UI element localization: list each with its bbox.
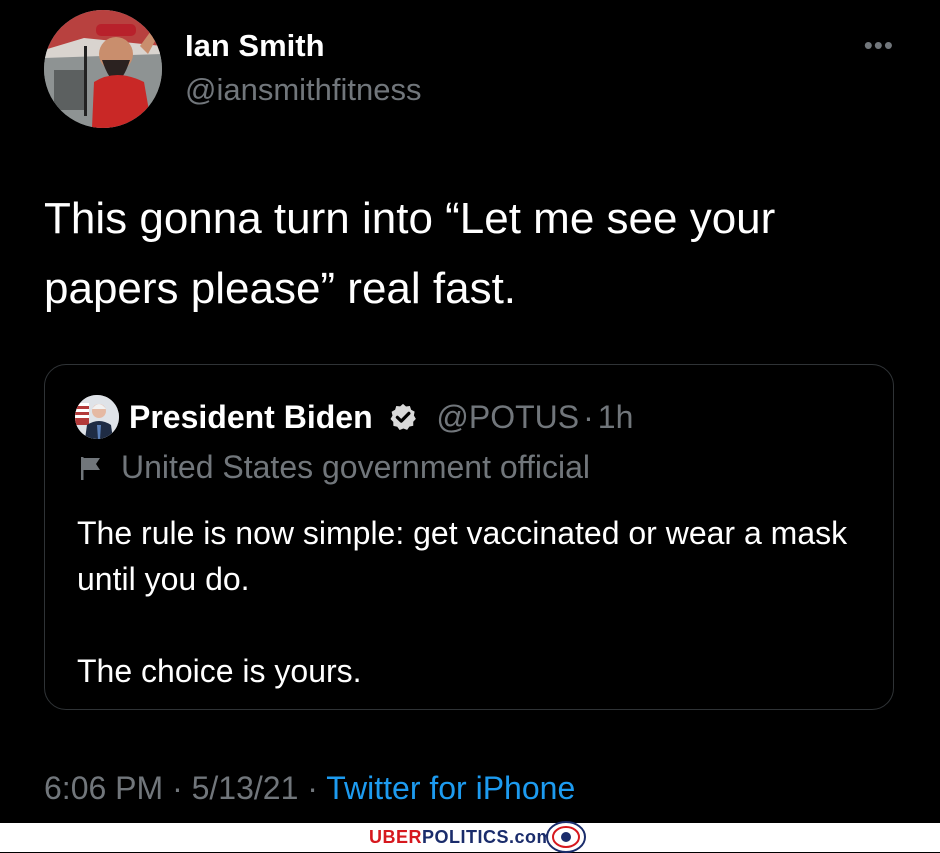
quote-author-name[interactable]: President Biden [129,399,373,435]
avatar-photo [44,10,162,128]
watermark-text: UBERPOLITICS.com [369,827,553,848]
watermark-bar: UBERPOLITICS.com [0,821,940,853]
flag-icon [81,457,100,480]
tweet-time[interactable]: 6:06 PM [44,770,163,806]
quoted-tweet[interactable]: President Biden @POTUS · 1h United States … [44,364,894,710]
tweet-date[interactable]: 5/13/21 [192,770,299,806]
quote-time[interactable]: 1h [598,399,634,435]
quote-separator: · [583,399,594,435]
verified-badge-icon [390,403,416,430]
quote-avatar-photo [75,395,119,439]
quote-author-line: President Biden @POTUS · 1h [129,399,633,436]
government-label[interactable]: United States government official [79,449,590,486]
watermark-seal-icon [546,821,586,853]
tweet-source-link[interactable]: Twitter for iPhone [326,770,575,806]
footer-separator: · [307,770,318,806]
more-icon[interactable]: ••• [864,30,894,61]
watermark-uber: UBER [369,827,423,847]
author-handle[interactable]: @iansmithfitness [185,72,422,108]
tweet-text: This gonna turn into “Let me see your pa… [44,194,776,313]
avatar[interactable] [44,10,162,128]
footer-separator: · [172,770,183,806]
quote-text: The rule is now simple: get vaccinated o… [77,515,848,689]
quote-avatar[interactable] [75,395,119,439]
watermark-politics: POLITICS.com [422,827,554,847]
quote-author-handle[interactable]: @POTUS [436,399,579,435]
tweet-footer: 6:06 PM · 5/13/21 · Twitter for iPhone [44,770,575,807]
author-name[interactable]: Ian Smith [185,28,325,64]
government-label-text: United States government official [121,449,590,485]
